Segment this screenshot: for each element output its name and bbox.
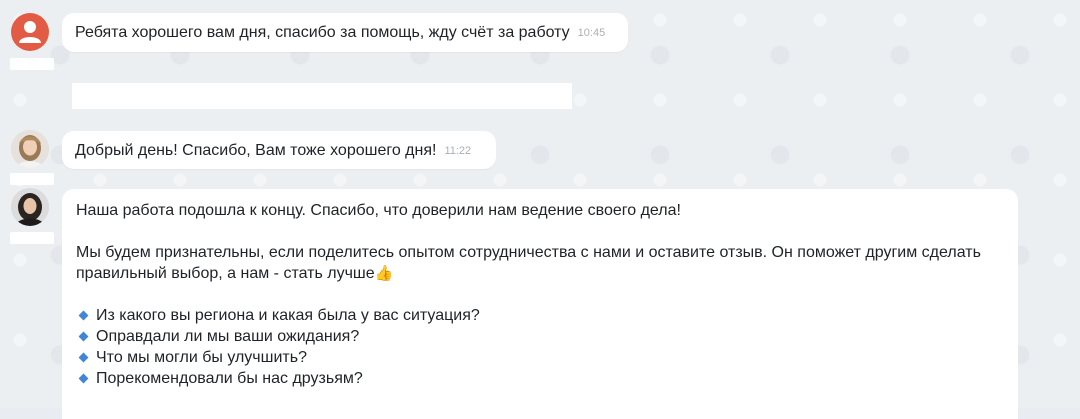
list-item: Порекомендовали бы нас друзьям? [76,368,1005,389]
message-paragraph: Наша работа подошла к концу. Спасибо, чт… [76,202,681,219]
redacted-sender-name [10,173,54,185]
redacted-message [72,83,572,109]
message-text: Добрый день! Спасибо, Вам тоже хорошего … [75,142,437,159]
list-item: Что мы могли бы улучшить? [76,347,1005,368]
redacted-sender-name [10,58,54,70]
diamond-bullet-icon [78,310,89,321]
message-paragraph: правильный выбор, а нам - стать лучше [76,265,375,282]
question-text: Порекомендовали бы нас друзьям? [96,370,363,387]
diamond-bullet-icon [78,331,89,342]
manager-avatar[interactable] [11,130,49,168]
list-item: Из какого вы региона и какая была у вас … [76,305,1005,326]
person-icon [19,21,41,43]
thumbs-up-icon: 👍 [374,265,394,282]
message-bubble[interactable]: Наша работа подошла к концу. Спасибо, чт… [62,189,1018,419]
question-text: Оправдали ли мы ваши ожидания? [96,328,360,345]
user-avatar[interactable] [11,13,49,51]
message-bubble[interactable]: Ребята хорошего вам дня, спасибо за помо… [62,13,628,52]
message-time: 11:22 [444,145,472,157]
question-text: Из какого вы региона и какая была у вас … [96,307,480,324]
list-item: Оправдали ли мы ваши ожидания? [76,326,1005,347]
manager-avatar[interactable] [11,188,49,226]
message-paragraph: Мы будем признательны, если поделитесь о… [76,244,981,261]
message-bubble[interactable]: Добрый день! Спасибо, Вам тоже хорошего … [62,131,496,169]
question-text: Что мы могли бы улучшить? [96,349,307,366]
redacted-sender-name [10,232,54,244]
diamond-bullet-icon [78,373,89,384]
woman-photo-icon [11,130,49,168]
message-time: 10:45 [577,27,606,39]
diamond-bullet-icon [78,352,89,363]
message-text: Ребята хорошего вам дня, спасибо за помо… [75,24,570,41]
woman-photo-icon [11,188,49,226]
